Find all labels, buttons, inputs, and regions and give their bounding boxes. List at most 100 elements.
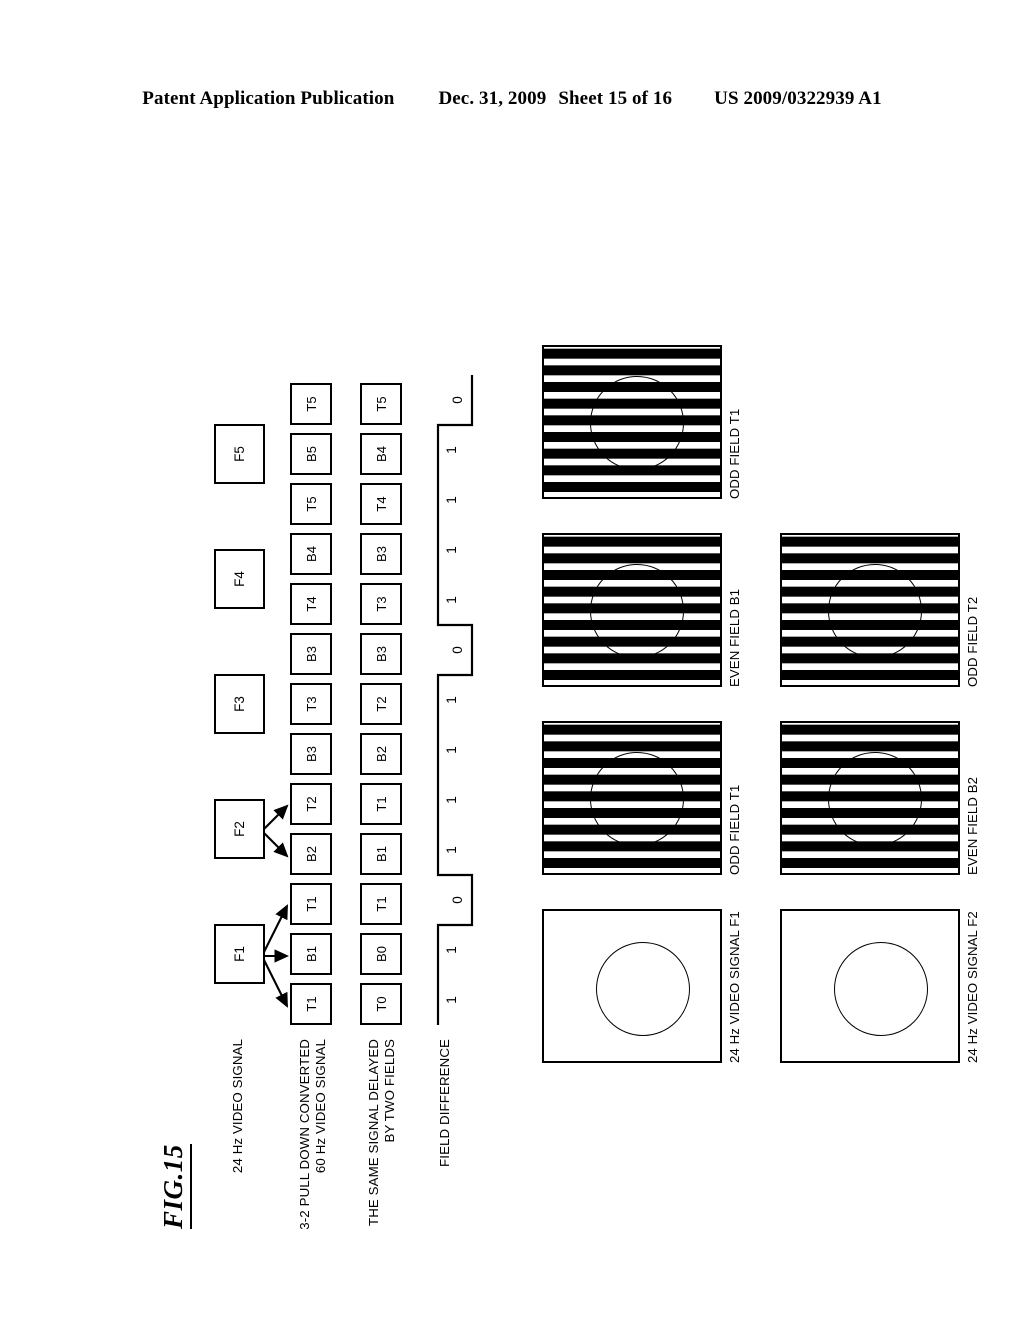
circle-outline bbox=[834, 942, 928, 1036]
delayed-field-label: T0 bbox=[373, 996, 389, 1012]
delayed-field-label: T1 bbox=[373, 896, 389, 912]
panel-caption: EVEN FIELD B1 bbox=[727, 588, 742, 687]
field-difference-value-1: 1 bbox=[444, 946, 459, 954]
panel-caption: ODD FIELD T2 bbox=[965, 596, 980, 687]
frame-box-label: F5 bbox=[232, 446, 247, 462]
panel-frame bbox=[542, 909, 722, 1063]
pulldown-field-0: T1 bbox=[290, 983, 332, 1025]
pulldown-field-label: B2 bbox=[303, 846, 319, 862]
pulldown-field-5: B3 bbox=[290, 733, 332, 775]
row-label-delayed: THE SAME SIGNAL DELAYED BY TWO FIELDS bbox=[366, 1039, 397, 1227]
delayed-field-5: B2 bbox=[360, 733, 402, 775]
delayed-field-3: B1 bbox=[360, 833, 402, 875]
delayed-field-1: B0 bbox=[360, 933, 402, 975]
panel-caption: ODD FIELD T1 bbox=[727, 784, 742, 875]
delayed-field-label: B3 bbox=[373, 646, 389, 662]
pulldown-field-label: T4 bbox=[303, 596, 319, 612]
panel-caption: 24 Hz VIDEO SIGNAL F2 bbox=[965, 911, 980, 1063]
panel-caption: ODD FIELD T1 bbox=[727, 408, 742, 499]
panel-frame bbox=[542, 533, 722, 687]
pulldown-field-1: B1 bbox=[290, 933, 332, 975]
pulldown-field-label: B3 bbox=[303, 746, 319, 762]
pulldown-field-7: B3 bbox=[290, 633, 332, 675]
pulldown-field-11: B5 bbox=[290, 433, 332, 475]
panel-caption: EVEN FIELD B2 bbox=[965, 776, 980, 875]
pulldown-field-10: T5 bbox=[290, 483, 332, 525]
panel-frame bbox=[542, 345, 722, 499]
frame-box-label: F2 bbox=[232, 821, 247, 837]
delayed-field-7: B3 bbox=[360, 633, 402, 675]
panel-caption: 24 Hz VIDEO SIGNAL F1 bbox=[727, 911, 742, 1063]
delayed-field-0: T0 bbox=[360, 983, 402, 1025]
pulldown-field-label: B4 bbox=[303, 546, 319, 562]
field-difference-value-8: 1 bbox=[444, 596, 459, 604]
page-header: Patent Application Publication Dec. 31, … bbox=[0, 88, 1024, 114]
circle-outline bbox=[596, 942, 690, 1036]
field-difference-value-3: 1 bbox=[444, 846, 459, 854]
pulldown-field-6: T3 bbox=[290, 683, 332, 725]
figure-number-label: FIG.15 bbox=[158, 1144, 192, 1229]
panel-frame bbox=[780, 721, 960, 875]
delayed-field-8: T3 bbox=[360, 583, 402, 625]
delayed-field-label: B2 bbox=[373, 746, 389, 762]
figure-15: FIG.15 24 Hz VIDEO SIGNAL 3-2 PULL DOWN … bbox=[142, 145, 980, 1235]
pulldown-arrow-f2-1 bbox=[261, 804, 289, 832]
frame-box-f1: F1 bbox=[214, 924, 265, 984]
circle-outline bbox=[828, 752, 922, 846]
pulldown-arrow-f1-0 bbox=[261, 955, 288, 1008]
pulldown-field-label: T5 bbox=[303, 496, 319, 512]
pulldown-field-9: B4 bbox=[290, 533, 332, 575]
delayed-field-label: B1 bbox=[373, 846, 389, 862]
delayed-field-label: T1 bbox=[373, 796, 389, 812]
circle-outline bbox=[828, 564, 922, 658]
delayed-field-10: T4 bbox=[360, 483, 402, 525]
delayed-field-6: T2 bbox=[360, 683, 402, 725]
field-difference-value-2: 0 bbox=[450, 896, 465, 904]
pulldown-field-label: T3 bbox=[303, 696, 319, 712]
frame-box-f4: F4 bbox=[214, 549, 265, 609]
header-patent-number: US 2009/0322939 A1 bbox=[714, 88, 882, 109]
row-label-pulldown: 3-2 PULL DOWN CONVERTED 60 Hz VIDEO SIGN… bbox=[297, 1039, 328, 1230]
delayed-field-label: T5 bbox=[373, 396, 389, 412]
field-difference-value-7: 0 bbox=[450, 646, 465, 654]
field-difference-value-4: 1 bbox=[444, 796, 459, 804]
header-date: Dec. 31, 2009 bbox=[438, 88, 547, 109]
pulldown-field-3: B2 bbox=[290, 833, 332, 875]
frame-box-label: F3 bbox=[232, 696, 247, 712]
field-difference-value-9: 1 bbox=[444, 546, 459, 554]
pulldown-field-2: T1 bbox=[290, 883, 332, 925]
row-label-difference: FIELD DIFFERENCE bbox=[437, 1039, 452, 1167]
row-label-source: 24 Hz VIDEO SIGNAL bbox=[230, 1039, 245, 1174]
field-difference-value-6: 1 bbox=[444, 696, 459, 704]
field-difference-value-0: 1 bbox=[444, 996, 459, 1004]
header-publication: Patent Application Publication bbox=[142, 88, 395, 109]
panel-frame bbox=[780, 909, 960, 1063]
pulldown-field-label: B3 bbox=[303, 646, 319, 662]
delayed-field-label: B0 bbox=[373, 946, 389, 962]
frame-box-label: F1 bbox=[232, 946, 247, 962]
pulldown-arrow-f1-2 bbox=[261, 904, 288, 957]
pulldown-field-8: T4 bbox=[290, 583, 332, 625]
circle-outline bbox=[590, 564, 684, 658]
pulldown-arrow-f2-0 bbox=[261, 830, 289, 858]
field-difference-value-11: 1 bbox=[444, 446, 459, 454]
frame-box-f3: F3 bbox=[214, 674, 265, 734]
delayed-field-label: B4 bbox=[373, 446, 389, 462]
pulldown-field-12: T5 bbox=[290, 383, 332, 425]
pulldown-field-label: B1 bbox=[303, 946, 319, 962]
delayed-field-label: T4 bbox=[373, 496, 389, 512]
frame-box-f5: F5 bbox=[214, 424, 265, 484]
delayed-field-label: T2 bbox=[373, 696, 389, 712]
delayed-field-label: B3 bbox=[373, 546, 389, 562]
panel-frame bbox=[542, 721, 722, 875]
field-difference-value-5: 1 bbox=[444, 746, 459, 754]
delayed-field-9: B3 bbox=[360, 533, 402, 575]
delayed-field-label: T3 bbox=[373, 596, 389, 612]
pulldown-field-label: T1 bbox=[303, 996, 319, 1012]
pulldown-field-label: B5 bbox=[303, 446, 319, 462]
field-difference-value-12: 0 bbox=[450, 396, 465, 404]
field-difference-value-10: 1 bbox=[444, 496, 459, 504]
frame-box-label: F4 bbox=[232, 571, 247, 587]
frame-box-f2: F2 bbox=[214, 799, 265, 859]
header-sheet: Sheet 15 of 16 bbox=[558, 88, 673, 109]
